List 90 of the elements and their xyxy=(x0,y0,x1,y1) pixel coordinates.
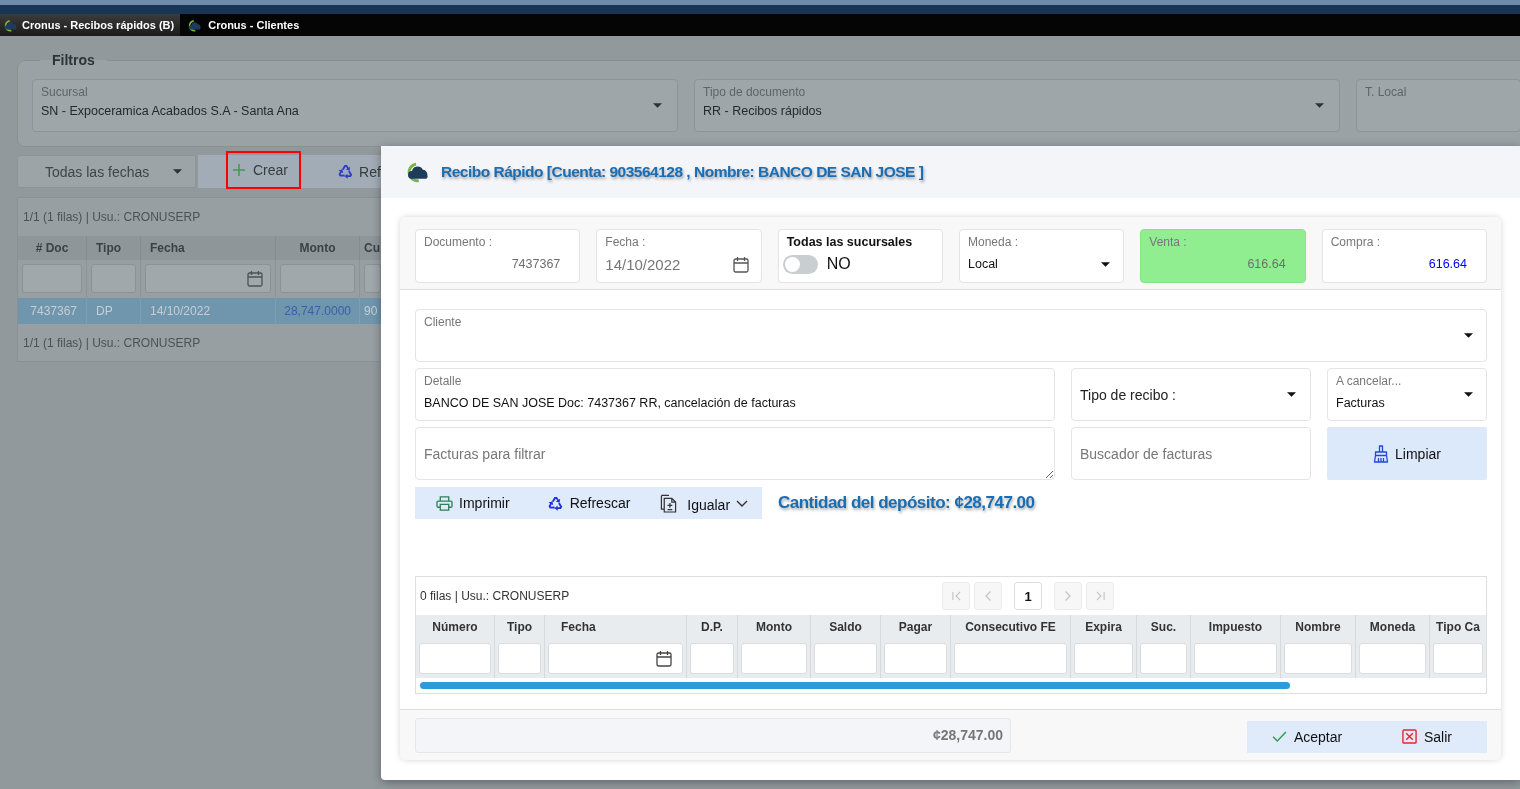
section-title: Filtros xyxy=(51,52,96,68)
field-value: Local xyxy=(968,257,998,271)
chevron-left-icon xyxy=(985,591,991,601)
last-page-icon xyxy=(1095,591,1105,601)
field-label: A cancelar... xyxy=(1336,374,1403,388)
dropdown-field[interactable]: Tipo de recibo : xyxy=(1071,368,1311,421)
table-cell: 14/10/2022 xyxy=(141,298,276,324)
dropdown-field[interactable]: Sucursal SN - Expoceramica Acabados S.A - Santa Ana xyxy=(32,79,678,132)
dropdown-field[interactable]: A cancelar... Facturas xyxy=(1327,368,1487,421)
field-value: RR - Recibos rápidos xyxy=(703,103,823,119)
horizontal-scrollbar[interactable] xyxy=(420,682,1290,689)
clear-button[interactable]: Limpiar xyxy=(1327,427,1487,480)
caret-icon xyxy=(173,169,182,174)
grid-status-text: 1/1 (1 filas) | Usu.: CRONUSERP xyxy=(22,335,202,352)
caret-icon xyxy=(1464,333,1473,338)
calendar-icon xyxy=(247,270,263,287)
caret-icon xyxy=(1464,392,1473,397)
calendar-icon xyxy=(656,650,672,667)
field-value: Facturas xyxy=(1336,396,1385,410)
filter-input[interactable] xyxy=(145,264,271,293)
dropdown-field[interactable]: Moneda : Local xyxy=(959,229,1125,283)
field-label: Tipo de documento xyxy=(703,85,807,99)
accept-button[interactable]: Aceptar xyxy=(1271,728,1343,745)
column-header: Tipo xyxy=(87,236,141,260)
dialog-title: Recibo Rápido [Cuenta: 903564128 , Nombre: BANCO DE SAN JOSE ] xyxy=(441,163,924,181)
field-label: Documento : xyxy=(424,235,494,249)
total-field: ¢28,747.00 xyxy=(415,717,1011,753)
recycle-icon xyxy=(337,163,354,180)
close-icon xyxy=(1402,729,1417,744)
dropdown-field[interactable]: Cliente xyxy=(415,309,1487,362)
grid-status-text: 1/1 (1 filas) | Usu.: CRONUSERP xyxy=(22,209,202,226)
chevron-right-icon xyxy=(1065,591,1071,601)
text-field[interactable]: Detalle BANCO DE SAN JOSE Doc: 7437367 RR, cancelación de facturas xyxy=(415,368,1055,421)
caret-icon xyxy=(1101,261,1111,267)
text-field[interactable]: Documento : 7437367 xyxy=(415,229,581,283)
field-value: SN - Expoceramica Acabados S.A - Santa Ana xyxy=(41,103,300,119)
column-header: Monto xyxy=(276,236,360,260)
caret-icon xyxy=(1287,392,1296,397)
cloud-logo-icon xyxy=(2,18,18,32)
table-cell: 7437367 xyxy=(18,298,87,324)
table-cell: DP xyxy=(87,298,141,324)
field-label: Todas las sucursales xyxy=(786,235,914,249)
column-header: Cu xyxy=(363,240,381,257)
refresh-button[interactable]: Ref xyxy=(337,155,381,188)
table-cell-text: 90 xyxy=(363,303,379,320)
column-header: Tipo Ca xyxy=(1435,619,1481,636)
toggle-value: NO xyxy=(826,255,851,273)
grid-status-text: 0 filas | Usu.: CRONUSERP xyxy=(419,589,571,603)
document-icon xyxy=(660,493,678,513)
field-label: T. Local xyxy=(1365,85,1408,99)
create-button[interactable]: Crear xyxy=(226,151,301,189)
field-label: Sucursal xyxy=(41,85,89,99)
field-value: 7437367 xyxy=(511,257,561,271)
dropdown-field[interactable]: Tipo de documento RR - Recibos rápidos xyxy=(694,79,1340,132)
first-page-icon xyxy=(951,591,961,601)
printer-icon xyxy=(436,495,454,511)
print-button[interactable]: Imprimir xyxy=(436,495,510,511)
recycle-icon xyxy=(546,494,564,512)
deposit-amount: Cantidad del depósito: ¢28,747.00 xyxy=(778,493,1035,513)
check-icon xyxy=(1271,731,1287,742)
filter-input[interactable] xyxy=(364,264,381,293)
field-value: 616.64 xyxy=(1247,257,1286,271)
field-label: Moneda : xyxy=(968,235,1020,249)
brush-icon xyxy=(1373,444,1390,463)
plus-icon xyxy=(233,164,245,176)
cloud-logo-icon xyxy=(186,18,203,32)
date-field[interactable]: Fecha : 14/10/2022 xyxy=(596,229,762,283)
toggle-switch[interactable] xyxy=(782,254,818,274)
field-label: Compra : xyxy=(1330,235,1381,249)
exit-button[interactable]: Salir xyxy=(1402,728,1452,745)
invoice-filter-field[interactable]: Facturas para filtrar xyxy=(415,427,1055,480)
date-filter-dropdown[interactable]: Todas las fechas xyxy=(17,155,196,188)
field-value: 14/10/2022 xyxy=(605,255,681,273)
caret-icon xyxy=(1315,103,1324,108)
column-header: # Doc xyxy=(18,236,87,260)
field-value: 616.64 xyxy=(1428,257,1467,271)
window-tab[interactable]: Cronus - Recibos rápidos (B) xyxy=(0,14,181,36)
caret-icon xyxy=(653,103,662,108)
field-label: Venta : xyxy=(1149,235,1188,249)
field-label: Cliente xyxy=(424,315,463,329)
window-tab[interactable]: Cronus - Clientes xyxy=(180,14,306,36)
column-header: Fecha xyxy=(141,236,276,260)
field-value: BANCO DE SAN JOSE Doc: 7437367 RR, cancelación de facturas xyxy=(424,396,796,410)
field-label: Fecha : xyxy=(605,235,647,249)
field-label: Tipo de recibo : xyxy=(1080,386,1176,403)
invoice-search-field[interactable]: Buscador de facturas xyxy=(1071,427,1311,480)
refresh-button[interactable]: Refrescar xyxy=(546,494,631,512)
match-button[interactable]: Igualar xyxy=(660,493,749,513)
field-label: Detalle xyxy=(424,374,463,388)
calendar-icon xyxy=(732,255,749,273)
